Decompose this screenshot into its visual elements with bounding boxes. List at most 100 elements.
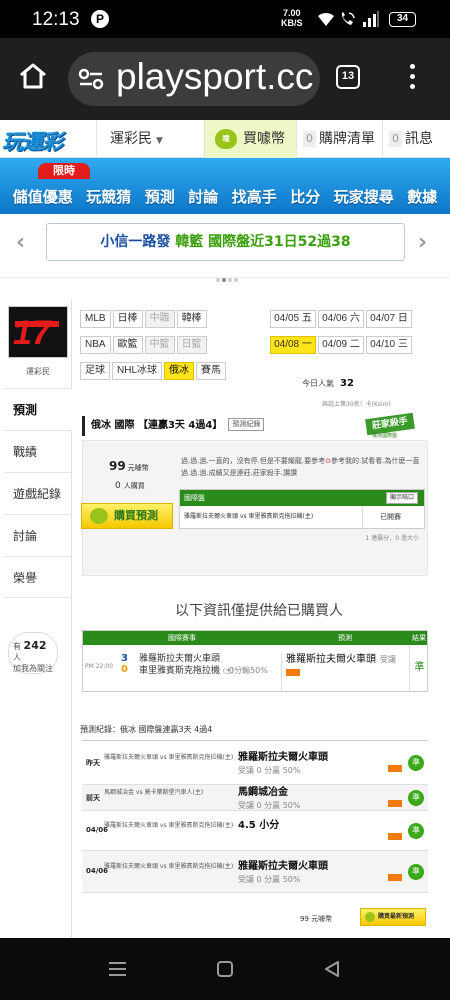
messages-link[interactable]: 0 訊息 xyxy=(382,120,450,158)
teams: 雅羅斯拉夫爾火車頭 車里雅賓斯克拖拉機 (主) xyxy=(139,654,234,676)
league-tab[interactable]: 俄冰 xyxy=(164,362,195,380)
coin-icon xyxy=(365,912,375,922)
tag-icon xyxy=(388,800,402,807)
league-tab[interactable]: 日籃 xyxy=(176,336,207,354)
home-icon[interactable] xyxy=(217,961,233,977)
show-odds-button[interactable]: 顯示賠口 xyxy=(385,492,418,504)
user-dropdown[interactable]: 運彩民 ▼ xyxy=(96,120,204,158)
result: 準 xyxy=(409,645,429,691)
tag-icon xyxy=(388,765,402,772)
banner-link[interactable]: 小信一路發 韓籃 國際盤近31日52過38 xyxy=(46,223,405,261)
list-item: 昨天 雅羅斯拉夫爾火車頭 vs 車里雅賓斯克拖拉機(主) 雅羅斯拉夫爾火車頭 受讓 0… xyxy=(82,741,428,785)
history-result: 準 xyxy=(408,790,424,806)
history-result: 準 xyxy=(408,823,424,839)
history-pick: 雅羅斯拉夫爾火車頭 受讓 0 分贏 50% xyxy=(238,752,328,775)
nav-item-deposit[interactable]: 儲值優惠 xyxy=(13,184,73,210)
history-result: 準 xyxy=(408,864,424,880)
tag-icon xyxy=(388,874,402,881)
prediction-header: 俄冰 國際 【連贏3天 4過4】 預測紀錄 xyxy=(82,416,362,436)
league-row: 足球 NHL冰球 俄冰 賽馬 xyxy=(80,358,266,384)
messages-count: 0 xyxy=(389,131,402,147)
sidebar-item-predictions[interactable]: 預測 xyxy=(4,388,72,430)
date-tab[interactable]: 04/10 三 xyxy=(366,336,412,354)
record-button[interactable]: 預測紀錄 xyxy=(228,418,265,431)
avatar[interactable]: 17 xyxy=(8,306,68,358)
league-tab[interactable]: MLB xyxy=(80,310,111,328)
buy-coin-button[interactable]: 噗 買噱幣 xyxy=(204,120,296,158)
carousel-dots xyxy=(216,267,240,286)
list-item: 04/06 雅羅斯拉夫爾火車頭 vs 車里雅賓斯克拖拉機(主) 4.5 小分準 xyxy=(82,811,428,851)
chevron-left-icon[interactable]: ‹ xyxy=(16,230,25,255)
date-filter: 04/05 五 04/06 六 04/07 日 04/08 一 04/09 二 04/10… xyxy=(270,306,420,358)
sidebar-item-discussion[interactable]: 討論 xyxy=(4,514,72,556)
league-row: NBA 歐籃 中籃 日籃 xyxy=(80,332,266,358)
follower-count: 242 xyxy=(23,639,47,652)
odds: 0分輸50% xyxy=(229,666,268,675)
popularity: 今日人氣 32 xyxy=(302,378,354,389)
sidebar-item-honors[interactable]: 榮譽 xyxy=(4,556,72,598)
tab-switcher-button[interactable]: 13 xyxy=(336,65,360,89)
league-tab[interactable]: NHL冰球 xyxy=(112,362,163,380)
date-tab[interactable]: 04/08 一 xyxy=(270,336,316,354)
nav-item-forum[interactable]: 討論 xyxy=(188,184,218,210)
nav-item-play[interactable]: 玩競猜 xyxy=(86,184,131,210)
league-tab[interactable]: NBA xyxy=(80,336,111,354)
list-item: 前天 馬鋼城冶金 vs 莫卡葉斯堡汽車人(主) 馬鋼城冶金 受讓 0 分贏 50% 準 xyxy=(82,785,428,811)
prediction-price: 99 元噱幣 xyxy=(109,459,149,473)
nav-item-stats[interactable]: 數據 xyxy=(407,184,437,210)
site-logo[interactable]: 玩運彩 xyxy=(2,126,63,156)
history-price: 99 元噱幣 xyxy=(300,915,333,923)
league-tab[interactable]: 中籃 xyxy=(144,336,175,354)
history-pick: 馬鋼城冶金 受讓 0 分贏 50% xyxy=(238,787,301,810)
follow-box[interactable]: 有 242 人加我為關注 xyxy=(8,632,58,674)
column-header: 預測 xyxy=(338,634,352,642)
buy-prediction-button[interactable]: 購買預測 xyxy=(81,503,173,529)
history-list: 昨天 雅羅斯拉夫爾火車頭 vs 車里雅賓斯克拖拉機(主) 雅羅斯拉夫爾火車頭 受讓 0… xyxy=(82,740,428,893)
prediction-panel: 99 元噱幣 0 人購買 購買預測 過.過.過.一直的，沒有停.但是不要耀龍.要參考… xyxy=(81,440,428,576)
column-header: 結果 xyxy=(412,634,426,642)
date-tab[interactable]: 04/09 二 xyxy=(318,336,364,354)
league-tab[interactable]: 歐籃 xyxy=(112,336,143,354)
main-content: MLB 日棒 中職 韓棒 NBA 歐籃 中籃 日籃 足球 NHL冰球 俄冰 賽馬 04/05 五 04/… xyxy=(80,300,438,938)
recent-apps-icon[interactable] xyxy=(109,962,126,980)
sidebar-item-game-log[interactable]: 遊戲紀錄 xyxy=(4,472,72,514)
league-row: MLB 日棒 中職 韓棒 xyxy=(80,306,266,332)
coin-icon xyxy=(90,508,108,524)
date-tab[interactable]: 04/07 日 xyxy=(366,310,412,328)
history-pick: 4.5 小分 xyxy=(238,820,280,831)
nav-item-experts[interactable]: 找高手 xyxy=(232,184,277,210)
league-tab[interactable]: 韓棒 xyxy=(176,310,207,328)
league-tab[interactable]: 日棒 xyxy=(112,310,143,328)
nav-item-predict[interactable]: 預測 xyxy=(145,184,175,210)
username: 運彩民 xyxy=(26,367,50,376)
menu-icon[interactable] xyxy=(410,64,415,94)
buy-coin-label: 買噱幣 xyxy=(243,131,285,147)
date-tab[interactable]: 04/06 六 xyxy=(318,310,364,328)
nav-item-player-search[interactable]: 玩家搜尋 xyxy=(334,184,394,210)
back-icon[interactable] xyxy=(323,960,341,978)
tag-icon xyxy=(388,833,402,840)
league-tab[interactable]: 中職 xyxy=(144,310,175,328)
tune-icon[interactable] xyxy=(78,68,104,90)
home-icon[interactable] xyxy=(18,62,48,90)
promo-tag: 限時 xyxy=(38,163,90,179)
address-bar[interactable]: playsport.cc xyxy=(68,52,320,106)
date-tab[interactable]: 04/05 五 xyxy=(270,310,316,328)
chevron-right-icon[interactable]: › xyxy=(418,230,427,255)
league-filter: MLB 日棒 中職 韓棒 NBA 歐籃 中籃 日籃 足球 NHL冰球 俄冰 賽馬 xyxy=(80,306,266,384)
buy-latest-button[interactable]: 購買最新預測 xyxy=(360,908,426,926)
main-nav-items: 儲值優惠 玩競猜 預測 討論 找高手 比分 玩家搜尋 數據 xyxy=(0,184,450,210)
league-tab[interactable]: 足球 xyxy=(80,362,110,380)
prediction-summary: 1 連贏分，0 過大小 xyxy=(365,535,419,542)
wifi-call-icon xyxy=(341,12,355,25)
table-row: PM 22:00 30 雅羅斯拉夫爾火車頭 車里雅賓斯克拖拉機 (主) 0分輸50… xyxy=(83,645,427,691)
league-tab[interactable]: 賽馬 xyxy=(196,362,227,380)
cart-link[interactable]: 0 購牌清單 xyxy=(296,120,382,158)
battery-icon: 34 xyxy=(389,12,416,27)
promo-banner: ‹ 小信一路發 韓籃 國際盤近31日52過38 › xyxy=(0,214,450,282)
history-day: 前天 xyxy=(86,794,100,802)
net-speed: 7.00 KB/S xyxy=(281,8,303,28)
signal-icon xyxy=(363,11,379,27)
nav-item-scores[interactable]: 比分 xyxy=(290,184,320,210)
sidebar-item-record[interactable]: 戰績 xyxy=(4,430,72,472)
